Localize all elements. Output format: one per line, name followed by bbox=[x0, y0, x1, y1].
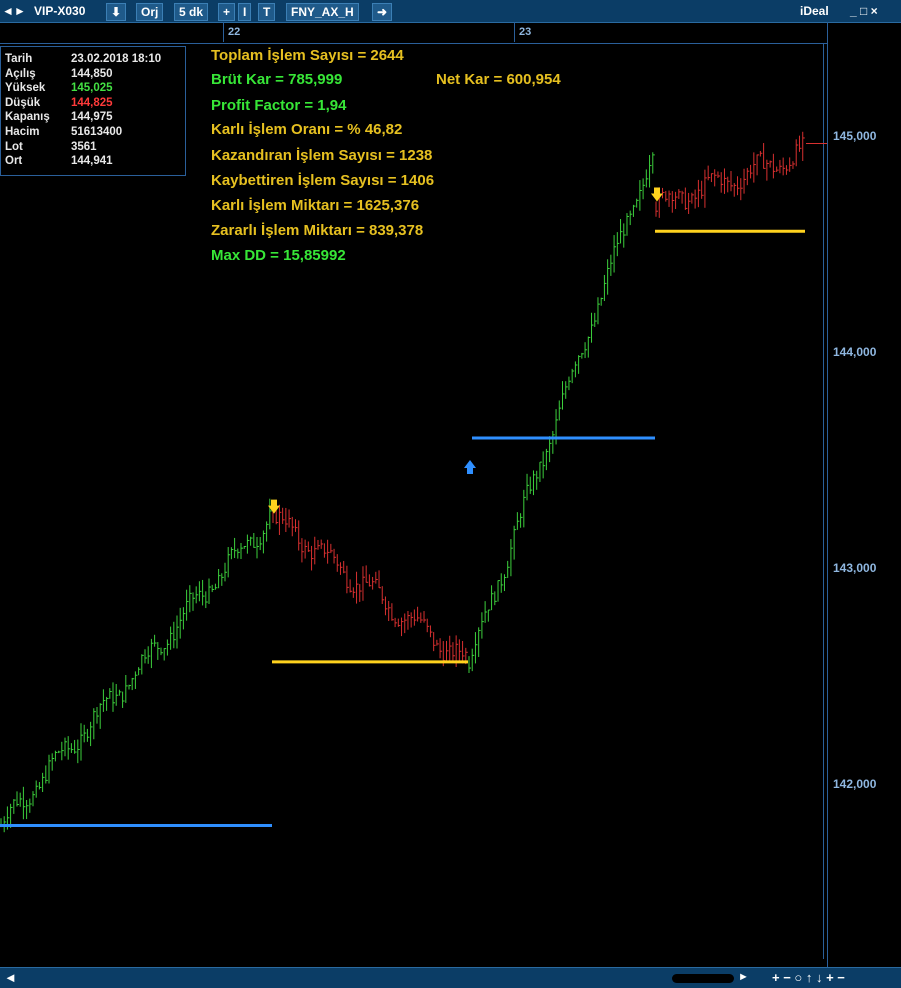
y-tick-label: 145,000 bbox=[833, 129, 877, 143]
window-controls[interactable]: _ □ × bbox=[850, 3, 878, 19]
stat-gross-profit: Brüt Kar = 785,999 bbox=[211, 71, 343, 88]
stat-profit-factor: Profit Factor = 1,94 bbox=[211, 97, 347, 114]
info-value-low: 144,825 bbox=[71, 97, 113, 109]
sell-arrow-icon bbox=[651, 187, 663, 202]
stat-loss-amount: Zararlı İşlem Miktarı = 839,378 bbox=[211, 222, 424, 239]
y-tick-label: 144,000 bbox=[833, 345, 877, 359]
stat-win-amount: Karlı İşlem Miktarı = 1625,376 bbox=[211, 197, 420, 214]
formula-button[interactable]: FNY_AX_H bbox=[286, 3, 359, 21]
date-separator bbox=[223, 22, 224, 42]
y-tick-label: 142,000 bbox=[833, 777, 877, 791]
symbol-label[interactable]: VIP-X030 bbox=[34, 3, 85, 19]
next-arrow-icon[interactable]: ➜ bbox=[372, 3, 393, 21]
forward-arrow-icon[interactable]: ► bbox=[14, 3, 26, 19]
buy-arrow-icon bbox=[464, 459, 476, 474]
title-bar: ◄ ► VIP-X030 ⬇ Orj 5 dk + I T FNY_AX_H ➜… bbox=[0, 0, 901, 23]
date-label-23: 23 bbox=[519, 26, 532, 38]
info-value: 3561 bbox=[71, 141, 97, 153]
bar-info-panel: Tarih 23.02.2018 18:10 Açılış 144,850 Yü… bbox=[0, 46, 186, 176]
bottom-toolbar: ◄ ► + − ○ ↑ ↓ + − bbox=[0, 967, 901, 988]
info-label: Hacim bbox=[5, 126, 40, 138]
info-label: Tarih bbox=[5, 53, 33, 65]
stat-total-trades: Toplam İşlem Sayısı = 2644 bbox=[211, 47, 404, 64]
scroll-left-icon[interactable]: ◄ bbox=[4, 970, 17, 985]
info-value: 51613400 bbox=[71, 126, 123, 138]
stat-losing-trades: Kaybettiren İşlem Sayısı = 1406 bbox=[211, 172, 435, 189]
add-button[interactable]: + bbox=[218, 3, 236, 21]
y-axis-divider bbox=[827, 22, 828, 967]
info-label: Düşük bbox=[5, 97, 41, 109]
stat-net-profit: Net Kar = 600,954 bbox=[436, 71, 561, 88]
info-value: 144,850 bbox=[71, 68, 113, 80]
zoom-controls[interactable]: + − ○ ↑ ↓ + − bbox=[772, 970, 845, 985]
back-arrow-icon[interactable]: ◄ bbox=[2, 3, 14, 19]
cursor-button[interactable]: I bbox=[238, 3, 252, 21]
info-label: Lot bbox=[5, 141, 23, 153]
stat-win-rate: Karlı İşlem Oranı = % 46,82 bbox=[211, 121, 403, 138]
scroll-right-icon[interactable]: ► bbox=[738, 971, 749, 983]
period-button[interactable]: 5 dk bbox=[174, 3, 209, 21]
last-price-tick bbox=[806, 143, 827, 144]
download-icon[interactable]: ⬇ bbox=[106, 3, 127, 21]
orj-button[interactable]: Orj bbox=[136, 3, 164, 21]
stat-winning-trades: Kazandıran İşlem Sayısı = 1238 bbox=[211, 147, 433, 164]
info-value: 23.02.2018 18:10 bbox=[71, 53, 162, 65]
info-value-high: 145,025 bbox=[71, 82, 113, 94]
y-tick-label: 143,000 bbox=[833, 561, 877, 575]
stat-max-dd: Max DD = 15,85992 bbox=[211, 247, 346, 264]
text-button[interactable]: T bbox=[258, 3, 276, 21]
info-label: Açılış bbox=[5, 68, 36, 80]
scrollbar-thumb[interactable] bbox=[672, 974, 734, 983]
y-axis-border bbox=[823, 44, 824, 959]
info-label: Kapanış bbox=[5, 111, 50, 123]
date-separator bbox=[514, 22, 515, 42]
date-axis: 22 23 bbox=[0, 23, 828, 44]
date-label-22: 22 bbox=[228, 26, 241, 38]
info-label: Ort bbox=[5, 155, 23, 167]
info-label: Yüksek bbox=[5, 82, 46, 94]
brand-label: iDeal bbox=[800, 4, 829, 18]
info-value: 144,975 bbox=[71, 111, 113, 123]
info-value: 144,941 bbox=[71, 155, 113, 167]
